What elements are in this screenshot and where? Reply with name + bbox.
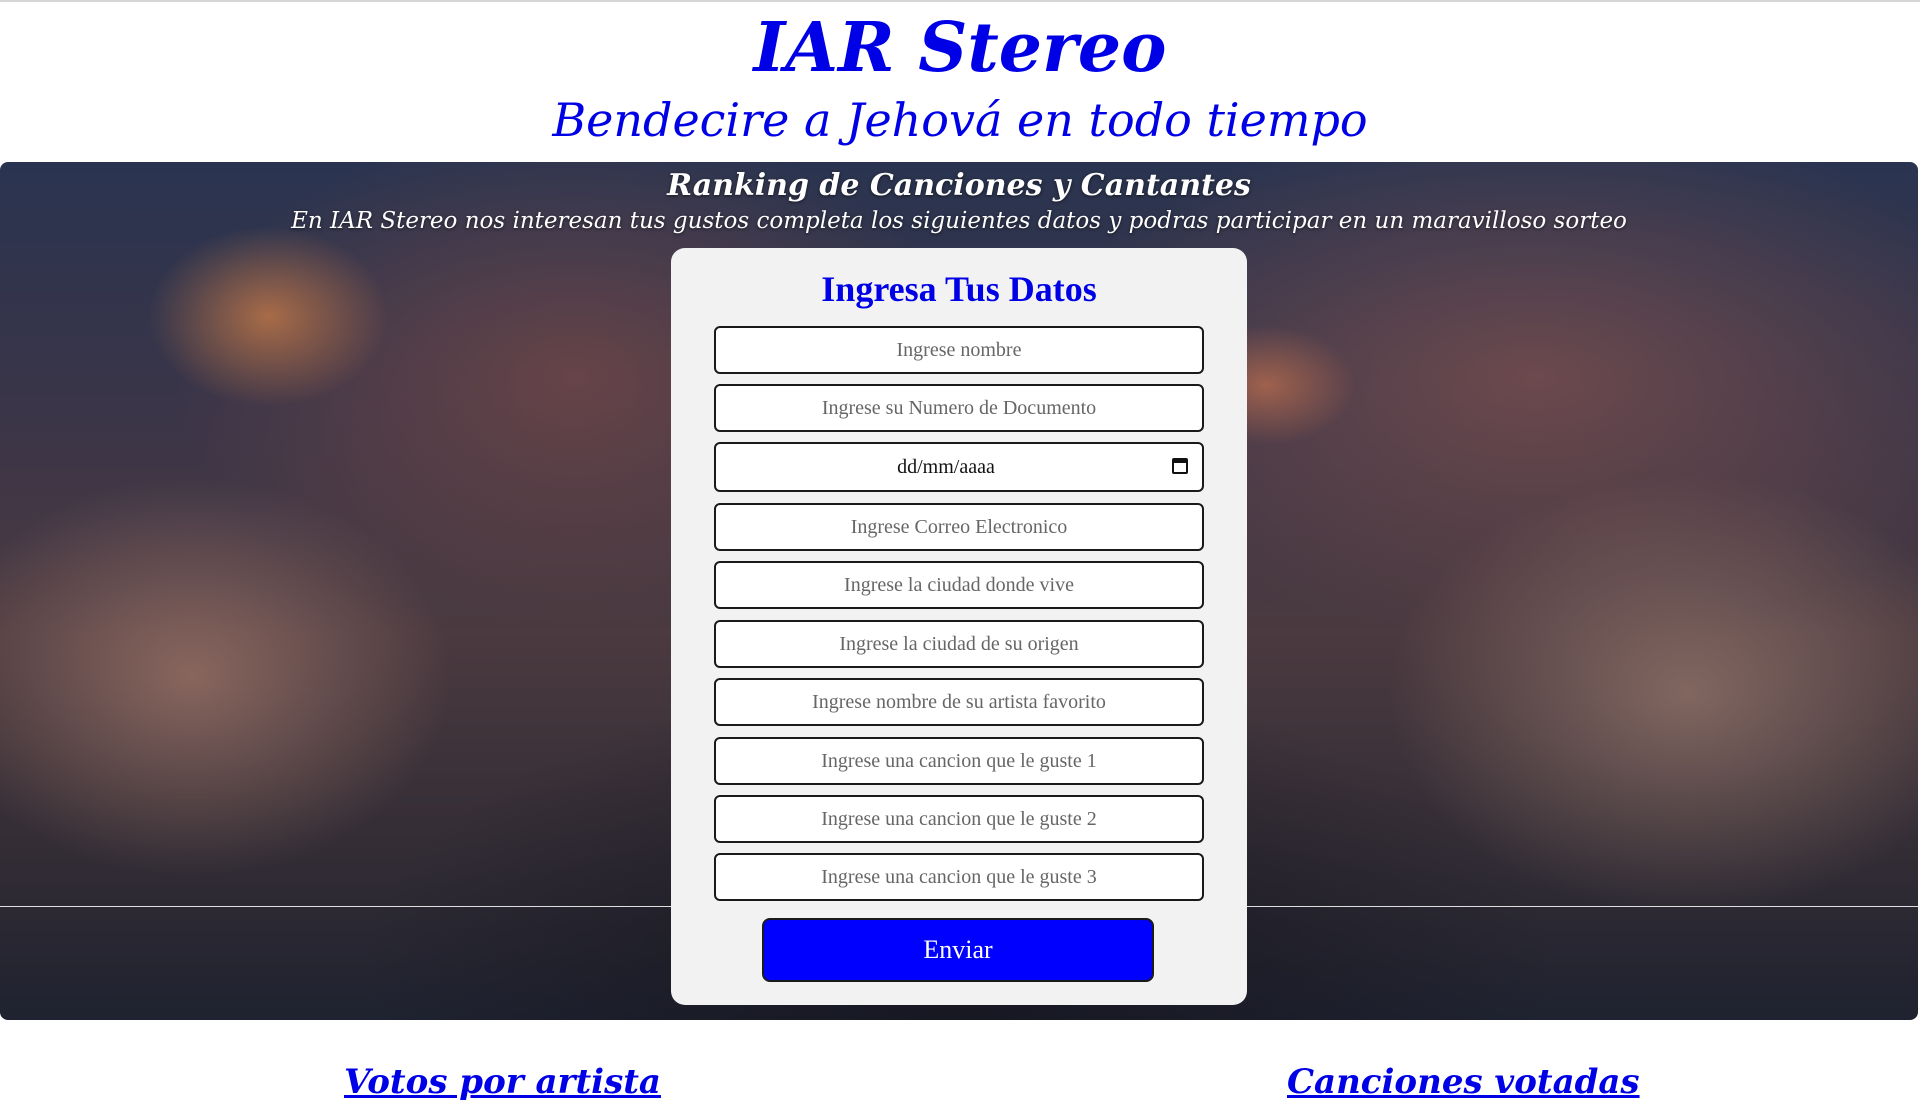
hero-subtitle: En IAR Stereo nos interesan tus gustos c… (291, 208, 1627, 234)
residence-city-input[interactable] (714, 561, 1204, 609)
birth-date-input[interactable]: dd/mm/aaaa (714, 442, 1204, 492)
document-number-input[interactable] (714, 384, 1204, 432)
hero-title: Ranking de Canciones y Cantantes (667, 168, 1251, 203)
origin-city-input[interactable] (714, 620, 1204, 668)
site-tagline: Bendecire a Jehová en todo tiempo (552, 93, 1368, 147)
date-placeholder: dd/mm/aaaa (897, 456, 995, 478)
email-input[interactable] (714, 503, 1204, 551)
site-title: IAR Stereo (753, 8, 1167, 88)
voted-songs-heading: Canciones votadas (1287, 1062, 1640, 1102)
submit-button[interactable]: Enviar (762, 918, 1154, 982)
registration-form: Ingresa Tus Datos dd/mm/aaaa Enviar (671, 248, 1247, 1005)
form-title: Ingresa Tus Datos (821, 269, 1097, 309)
name-input[interactable] (714, 326, 1204, 374)
song-2-input[interactable] (714, 795, 1204, 843)
favorite-artist-input[interactable] (714, 678, 1204, 726)
song-1-input[interactable] (714, 737, 1204, 785)
song-3-input[interactable] (714, 853, 1204, 901)
calendar-icon[interactable] (1172, 458, 1188, 474)
votes-by-artist-heading: Votos por artista (344, 1062, 661, 1102)
site-header: IAR Stereo Bendecire a Jehová en todo ti… (0, 0, 1920, 160)
